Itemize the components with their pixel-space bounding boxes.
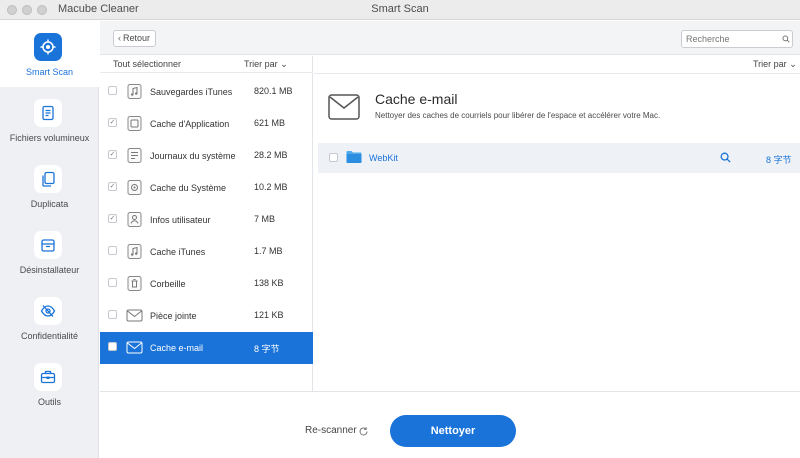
sidebar-item-privacy[interactable]: Confidentialité <box>0 285 99 351</box>
rescan-button[interactable]: Re-scanner <box>305 425 357 436</box>
music-doc-icon <box>127 244 142 259</box>
mail-icon <box>126 309 143 322</box>
checkbox[interactable] <box>108 278 117 287</box>
title-bar: Macube Cleaner Smart Scan <box>0 0 800 20</box>
back-button-label: Retour <box>123 33 151 43</box>
category-list: Tout sélectionner Trier par ⌄ Sauvegarde… <box>100 56 313 391</box>
sidebar-item-label: Outils <box>37 397 61 407</box>
detail-pane: Trier par ⌄ Cache e-mail Nettoyer des ca… <box>314 56 800 391</box>
document-icon <box>34 99 62 127</box>
category-description: Nettoyer des caches de courriels pour li… <box>375 111 661 120</box>
chevron-left-icon: ‹ <box>118 33 121 43</box>
sidebar-item-label: Duplicata <box>30 199 69 209</box>
sidebar-item-tools[interactable]: Outils <box>0 351 99 417</box>
sidebar-item-label: Fichiers volumineux <box>9 133 90 143</box>
list-item[interactable]: Sauvegardes iTunes 820.1 MB <box>100 76 313 108</box>
system-cache-icon <box>127 180 142 195</box>
checkbox[interactable] <box>108 86 117 95</box>
list-item[interactable]: Corbeille 138 KB <box>100 268 313 300</box>
sidebar-item-label: Désinstallateur <box>19 265 80 275</box>
item-size: 10.2 MB <box>254 182 288 192</box>
item-name: Cache iTunes <box>150 247 206 257</box>
mail-icon <box>328 94 360 120</box>
log-icon <box>127 148 142 163</box>
top-toolbar: ‹ Retour <box>100 21 800 55</box>
search-input[interactable] <box>681 30 793 48</box>
folder-icon <box>346 151 362 163</box>
item-name: Cache e-mail <box>150 343 204 353</box>
item-size: 28.2 MB <box>254 150 288 160</box>
toolbox-icon <box>34 363 62 391</box>
item-size: 121 KB <box>254 310 284 320</box>
sidebar-item-label: Confidentialité <box>20 331 79 341</box>
item-size: 820.1 MB <box>254 86 293 96</box>
category-title: Cache e-mail <box>375 91 458 107</box>
sidebar-item-label: Smart Scan <box>25 67 74 77</box>
detail-sort-dropdown[interactable]: Trier par ⌄ <box>753 59 797 70</box>
item-name: Cache du Système <box>150 183 227 193</box>
search-icon[interactable] <box>782 35 790 43</box>
file-row[interactable]: WebKit 8 字节 <box>318 143 800 173</box>
window-title: Smart Scan <box>371 3 429 15</box>
list-item[interactable]: Cache e-mail 8 字节 <box>100 332 313 364</box>
back-button[interactable]: ‹ Retour <box>113 30 156 47</box>
list-header: Tout sélectionner Trier par ⌄ <box>100 56 313 73</box>
list-item[interactable]: ✓ Cache d'Application 621 MB <box>100 108 313 140</box>
target-icon <box>34 33 62 61</box>
list-item[interactable]: ✓ Cache du Système 10.2 MB <box>100 172 313 204</box>
checkbox[interactable] <box>108 342 117 351</box>
item-name: Corbeille <box>150 279 186 289</box>
box-icon <box>34 231 62 259</box>
select-all-toggle[interactable]: Tout sélectionner <box>113 59 181 69</box>
item-name: Journaux du système <box>150 151 236 161</box>
eye-slash-icon <box>34 297 62 325</box>
clean-button[interactable]: Nettoyer <box>390 415 516 447</box>
item-size: 1.7 MB <box>254 246 283 256</box>
sidebar-item-smart-scan[interactable]: Smart Scan <box>0 21 99 87</box>
item-name: Sauvegardes iTunes <box>150 87 233 97</box>
trash-icon <box>127 276 142 291</box>
list-item[interactable]: ✓ Journaux du système 28.2 MB <box>100 140 313 172</box>
checkbox[interactable]: ✓ <box>108 118 117 127</box>
footer: Re-scanner Nettoyer <box>100 391 800 458</box>
sort-dropdown[interactable]: Trier par ⌄ <box>244 59 288 70</box>
copy-icon <box>34 165 62 193</box>
sidebar-item-duplicates[interactable]: Duplicata <box>0 153 99 219</box>
search-icon[interactable] <box>720 152 731 163</box>
list-item[interactable]: Cache iTunes 1.7 MB <box>100 236 313 268</box>
item-size: 8 字节 <box>254 344 280 354</box>
checkbox[interactable] <box>108 310 117 319</box>
checkbox[interactable] <box>108 246 117 255</box>
app-cache-icon <box>127 116 142 131</box>
sort-label: Trier par <box>753 59 787 69</box>
item-name: Cache d'Application <box>150 119 230 129</box>
user-info-icon <box>127 212 142 227</box>
checkbox[interactable]: ✓ <box>108 150 117 159</box>
sidebar: Smart Scan Fichiers volumineux Duplicata… <box>0 21 99 458</box>
item-size: 621 MB <box>254 118 286 128</box>
file-name: WebKit <box>369 153 398 163</box>
checkbox[interactable]: ✓ <box>108 182 117 191</box>
item-name: Pièce jointe <box>150 311 197 321</box>
checkbox[interactable] <box>329 153 338 162</box>
chevron-down-icon: ⌄ <box>280 59 288 69</box>
list-item[interactable]: ✓ Infos utilisateur 7 MB <box>100 204 313 236</box>
checkbox[interactable]: ✓ <box>108 214 117 223</box>
sidebar-item-large-files[interactable]: Fichiers volumineux <box>0 87 99 153</box>
item-name: Infos utilisateur <box>150 215 211 225</box>
sidebar-item-uninstaller[interactable]: Désinstallateur <box>0 219 99 285</box>
divider <box>314 73 800 74</box>
item-size: 138 KB <box>254 278 284 288</box>
chevron-down-icon: ⌄ <box>789 59 797 69</box>
refresh-icon[interactable] <box>358 426 369 437</box>
mail-icon <box>126 341 143 354</box>
file-size: 8 字节 <box>766 155 792 165</box>
list-item[interactable]: Pièce jointe 121 KB <box>100 300 313 332</box>
sort-label: Trier par <box>244 59 278 69</box>
music-doc-icon <box>127 84 142 99</box>
item-size: 7 MB <box>254 214 276 224</box>
